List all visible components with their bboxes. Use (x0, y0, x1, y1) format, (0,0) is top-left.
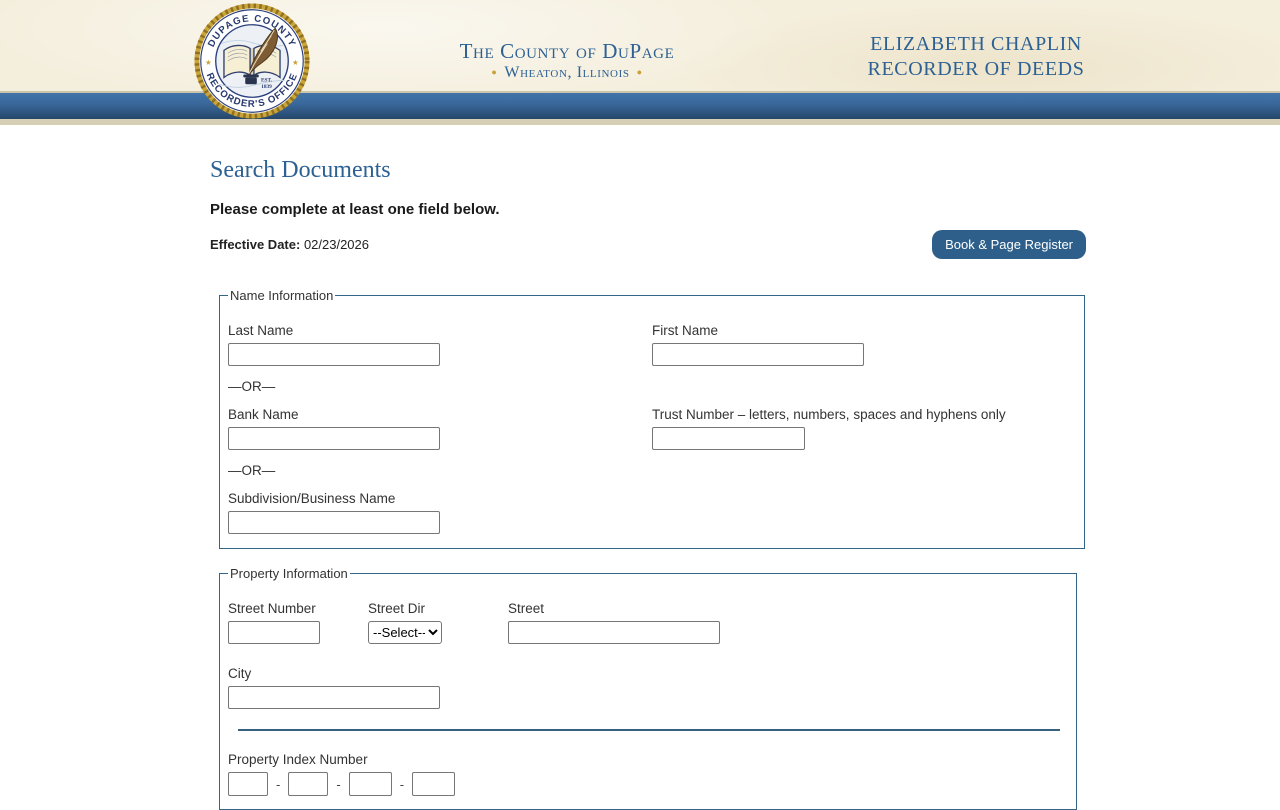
official-title: RECORDER OF DEEDS (867, 58, 1085, 80)
page-title: Search Documents (210, 157, 391, 183)
seal-est-year: 1839 (261, 84, 272, 90)
pin-part-1-input[interactable] (228, 772, 268, 796)
instruction-text: Please complete at least one field below… (210, 201, 500, 218)
book-page-register-button[interactable]: Book & Page Register (932, 230, 1086, 259)
pin-separator: - (399, 776, 405, 792)
city-label: City (228, 666, 252, 681)
or-separator: —OR— (228, 463, 276, 478)
property-index-number-label: Property Index Number (228, 752, 368, 767)
county-subtitle: Wheaton, Illinois (504, 64, 630, 81)
street-label: Street (508, 601, 545, 616)
bank-name-input[interactable] (228, 427, 440, 450)
city-input[interactable] (228, 686, 440, 709)
official-name: ELIZABETH CHAPLIN (870, 33, 1082, 55)
official-header-block: ELIZABETH CHAPLIN RECORDER OF DEEDS (806, 32, 1146, 82)
seal-star-right-icon: ★ (292, 58, 299, 67)
street-dir-select[interactable]: --Select-- (368, 621, 442, 644)
county-title: The County of DuPage (459, 39, 675, 63)
pin-part-4-input[interactable] (412, 772, 456, 796)
gold-dot-left-icon: ● (491, 67, 498, 77)
trust-number-input[interactable] (652, 427, 805, 450)
effective-date-label: Effective Date: (210, 237, 301, 252)
last-name-input[interactable] (228, 343, 440, 366)
pin-separator: - (336, 776, 341, 792)
gold-dot-right-icon: ● (636, 67, 643, 77)
pin-part-2-input[interactable] (288, 772, 329, 796)
first-name-label: First Name (652, 323, 719, 338)
county-header-block: The County of DuPage ● Wheaton, Illinois ● (397, 40, 737, 82)
site-header: EST. 1839 DUPAGE COUNTY RECORDER'S OFFIC… (0, 0, 1280, 119)
main-content: Search Documents Please complete at leas… (0, 157, 1280, 810)
main-navbar (0, 93, 1280, 125)
last-name-label: Last Name (228, 323, 294, 338)
subdivision-business-name-input[interactable] (228, 511, 440, 534)
street-dir-label: Street Dir (368, 601, 426, 616)
effective-date-value: 02/23/2026 (303, 237, 370, 252)
street-input[interactable] (508, 621, 720, 644)
effective-date-row: Effective Date: 02/23/2026 Book & Page R… (210, 230, 1090, 259)
name-information-section: Name Information Last Name First Name —O… (219, 288, 1085, 549)
trust-number-label: Trust Number – letters, numbers, spaces … (652, 407, 1006, 422)
property-information-section: Property Information Street Number Stree… (219, 566, 1077, 810)
recorder-seal-icon: EST. 1839 DUPAGE COUNTY RECORDER'S OFFIC… (194, 3, 310, 119)
pin-part-3-input[interactable] (348, 772, 392, 796)
street-number-input[interactable] (228, 621, 320, 644)
subdivision-business-name-label: Subdivision/Business Name (228, 491, 396, 506)
section-divider (238, 729, 1060, 731)
seal-est-text: EST. (261, 77, 273, 83)
first-name-input[interactable] (652, 343, 864, 366)
or-separator: —OR— (228, 379, 276, 394)
county-seal-logo[interactable]: EST. 1839 DUPAGE COUNTY RECORDER'S OFFIC… (194, 3, 310, 119)
bank-name-label: Bank Name (228, 407, 299, 422)
name-information-legend: Name Information (230, 288, 334, 303)
street-number-label: Street Number (228, 601, 316, 616)
seal-star-left-icon: ★ (205, 58, 212, 67)
pin-separator: - (276, 776, 281, 792)
property-information-legend: Property Information (230, 566, 348, 581)
